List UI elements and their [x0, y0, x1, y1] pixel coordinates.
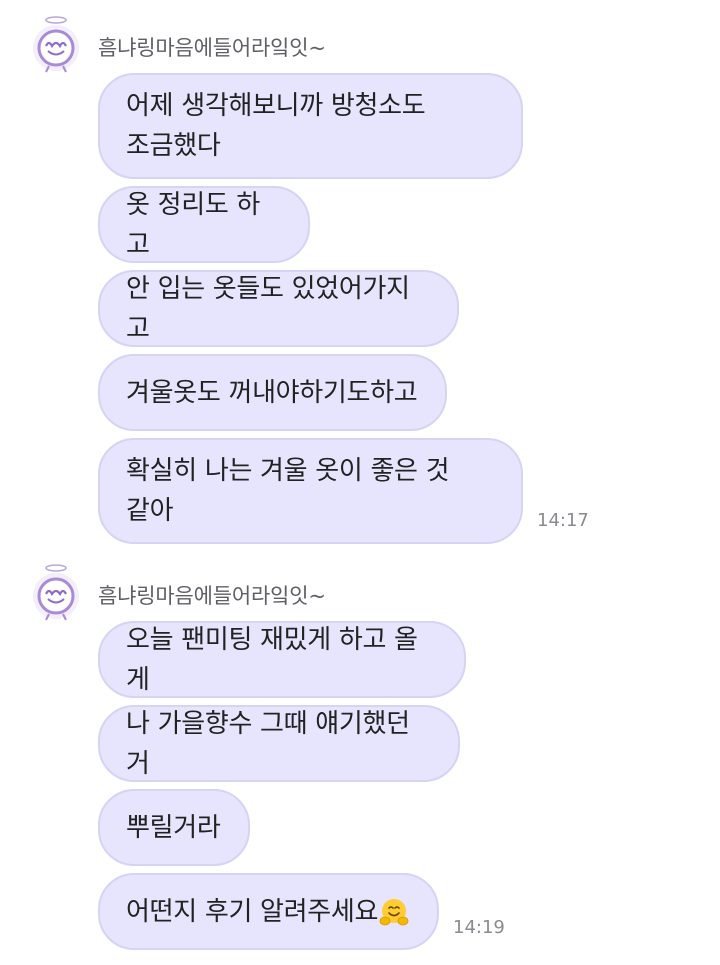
profile-avatar[interactable]: [28, 562, 84, 622]
message-timestamp: 14:19: [453, 917, 505, 938]
message-bubble[interactable]: 겨울옷도 꺼내야하기도하고: [98, 354, 447, 431]
message-bubble[interactable]: 확실히 나는 겨울 옷이 좋은 것 같아: [98, 438, 523, 544]
message-bubble[interactable]: 어떤지 후기 알려주세요: [98, 873, 439, 950]
message-bubble[interactable]: 어제 생각해보니까 방청소도 조금했다: [98, 73, 523, 179]
avatar-ghost-icon: [33, 564, 79, 621]
avatar-ghost-icon: [33, 16, 79, 73]
message-bubble[interactable]: 나 가을향수 그때 얘기했던거: [98, 705, 460, 782]
message-text: 어떤지 후기 알려주세요: [126, 896, 379, 927]
chat-view: 흠냐링마음에들어라잌잇~ 어제 생각해보니까 방청소도 조금했다 옷 정리도 하…: [0, 0, 720, 965]
message-bubble[interactable]: 오늘 팬미팅 재밌게 하고 올게: [98, 621, 466, 698]
message-timestamp: 14:17: [537, 510, 589, 531]
sender-name: 흠냐링마음에들어라잌잇~: [98, 584, 326, 608]
message-bubble[interactable]: 뿌릴거라: [98, 789, 250, 866]
message-bubble[interactable]: 옷 정리도 하고: [98, 186, 310, 263]
profile-avatar[interactable]: [28, 14, 84, 74]
hugging-face-emoji-icon: [379, 898, 409, 925]
sender-name: 흠냐링마음에들어라잌잇~: [98, 36, 326, 60]
message-bubble[interactable]: 안 입는 옷들도 있었어가지고: [98, 270, 459, 347]
